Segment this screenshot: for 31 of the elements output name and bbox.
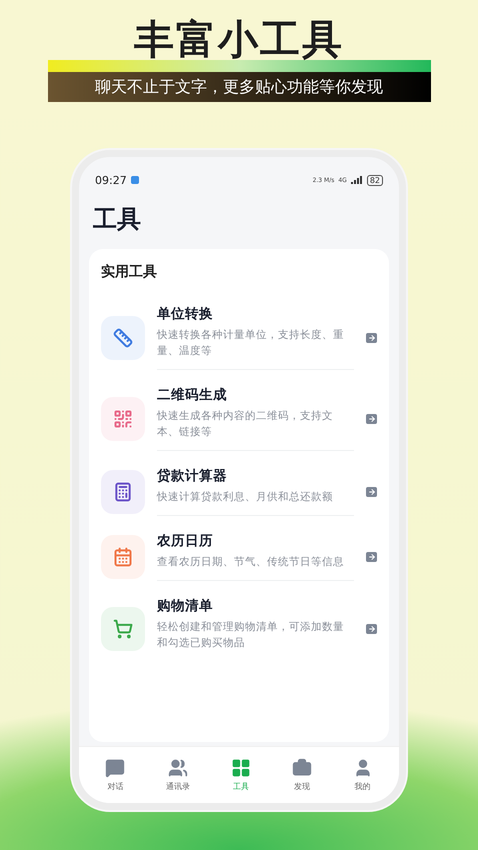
tab-button[interactable]: 对话 — [99, 747, 132, 803]
cart-icon — [113, 619, 133, 639]
tool-title[interactable]: 二维码生成 — [157, 386, 354, 404]
tool-description: 快速计算贷款利息、月供和总还款额 — [157, 490, 334, 505]
calendar-icon — [113, 546, 133, 566]
section-title: 实用工具 — [101, 263, 158, 281]
banner-subtitle: 聊天不止于文字，更多贴心功能等你发现 — [48, 72, 430, 102]
tool-title[interactable]: 单位转换 — [157, 305, 354, 323]
battery-level: 82 — [366, 174, 383, 186]
tab-icon — [105, 758, 126, 778]
calculator-icon — [113, 482, 133, 502]
tab-button[interactable]: 通讯录 — [160, 747, 196, 803]
ruler-icon — [113, 328, 133, 348]
tool-title[interactable]: 农历日历 — [157, 532, 354, 550]
tool-description: 快速转换各种计量单位，支持长度、重量、温度等 — [157, 328, 345, 359]
tool-description: 查看农历日期、节气、传统节日等信息 — [157, 555, 345, 570]
tool-description: 轻松创建和管理购物清单，可添加数量和勾选已购买物品 — [157, 620, 345, 651]
tool-title[interactable]: 贷款计算器 — [157, 467, 354, 485]
tab-button[interactable]: 发现 — [286, 747, 318, 803]
tab-icon — [168, 758, 188, 778]
tool-description: 快速生成各种内容的二维码，支持文本、链接等 — [157, 409, 334, 440]
tab-icon — [292, 758, 312, 778]
app-icon — [130, 176, 139, 184]
qr-code-icon — [113, 408, 133, 428]
tab-icon — [230, 758, 251, 778]
tab-button[interactable]: 我的 — [346, 747, 379, 803]
page-title: 工具 — [92, 204, 142, 235]
tool-title[interactable]: 购物清单 — [157, 597, 354, 615]
banner-title: 丰富小工具 — [134, 20, 344, 60]
status-time: 09:27 — [95, 174, 127, 186]
signal-icon — [350, 176, 363, 184]
